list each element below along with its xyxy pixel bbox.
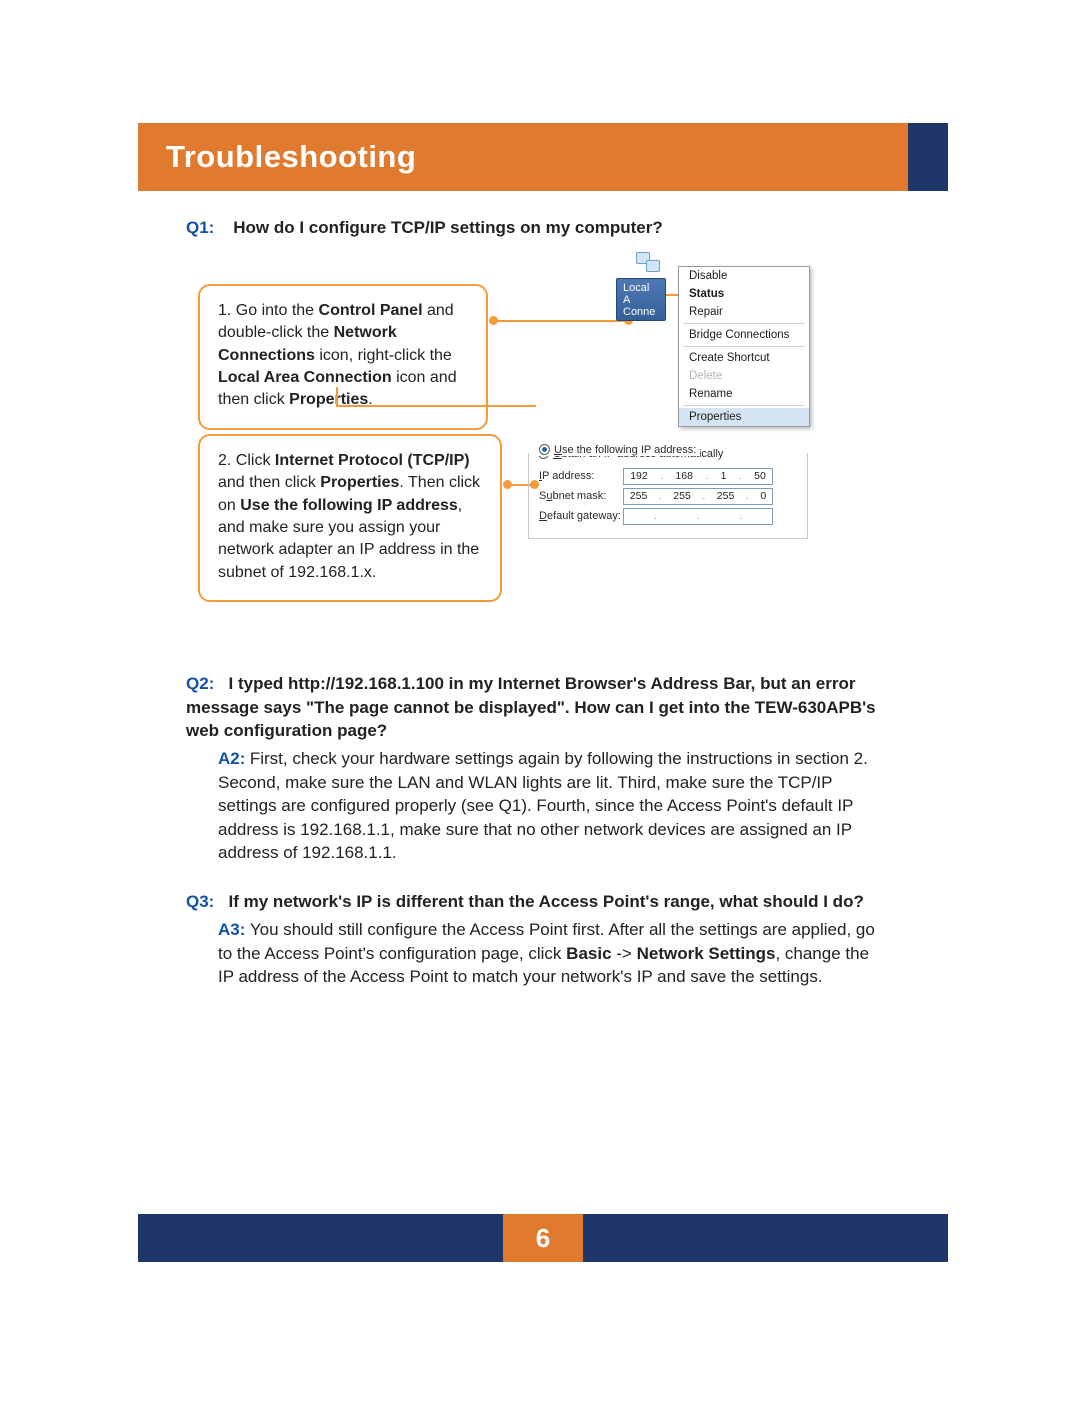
- connector-line-2: [664, 294, 678, 296]
- q1-label: Q1:: [186, 218, 214, 237]
- ip-address-row: IP address: 192.168.1.50: [539, 468, 797, 485]
- ip-static-group: Use the following IP address: IP address…: [528, 453, 808, 539]
- ip-settings-panel: Obtain an IP address automatically Use t…: [528, 446, 808, 539]
- banner-accent: [902, 123, 948, 191]
- banner: Troubleshooting: [138, 123, 948, 191]
- step2-bold-usefollowing: Use the following IP address: [240, 497, 458, 514]
- step2-row: 2. Click Internet Protocol (TCP/IP) and …: [186, 434, 886, 634]
- footer-blue-right: [583, 1214, 948, 1262]
- step2-text-b: and then click: [218, 474, 320, 491]
- step1-text-a: 1. Go into the: [218, 302, 319, 319]
- connector-v: [336, 387, 338, 405]
- ctx-item-bridge[interactable]: Bridge Connections: [679, 326, 809, 344]
- a3-label: A3:: [218, 920, 245, 939]
- ip-address-input[interactable]: 192.168.1.50: [623, 468, 773, 485]
- network-connection-label: Local A Conne: [616, 278, 666, 321]
- ctx-item-rename[interactable]: Rename: [679, 385, 809, 403]
- banner-title: Troubleshooting: [166, 139, 416, 175]
- connector-line: [496, 320, 626, 322]
- a3-bold-basic: Basic: [566, 944, 611, 963]
- footer-blue-left: [138, 1214, 503, 1262]
- a3: A3: You should still configure the Acces…: [218, 918, 886, 988]
- q2-text: I typed http://192.168.1.100 in my Inter…: [186, 674, 876, 741]
- q3: Q3: If my network's IP is different than…: [186, 890, 886, 914]
- ctx-item-delete: Delete: [679, 367, 809, 385]
- network-connection-icon: [636, 252, 662, 274]
- ip-use-label: Use the following IP address:: [554, 444, 696, 456]
- q2: Q2: I typed http://192.168.1.100 in my I…: [186, 672, 886, 743]
- step1-box: 1. Go into the Control Panel and double-…: [198, 284, 488, 430]
- q3-text: If my network's IP is different than the…: [229, 892, 864, 911]
- q3-label: Q3:: [186, 892, 214, 911]
- ip-address-label: IP address:: [539, 470, 623, 482]
- ctx-item-status[interactable]: Status: [679, 285, 809, 303]
- gateway-input[interactable]: ...: [623, 508, 773, 525]
- subnet-input[interactable]: 255.255.255.0: [623, 488, 773, 505]
- q3-block: Q3: If my network's IP is different than…: [186, 890, 886, 988]
- ip-radio-use[interactable]: Use the following IP address:: [535, 444, 700, 456]
- step2-text-a: 2. Click: [218, 452, 275, 469]
- subnet-row: Subnet mask: 255.255.255.0: [539, 488, 797, 505]
- step2-box: 2. Click Internet Protocol (TCP/IP) and …: [198, 434, 502, 602]
- ctx-item-repair[interactable]: Repair: [679, 303, 809, 321]
- a3-bold-network-settings: Network Settings: [637, 944, 776, 963]
- ctx-item-disable[interactable]: Disable: [679, 267, 809, 285]
- content: Q1: How do I configure TCP/IP settings o…: [186, 216, 886, 989]
- step1-row: 1. Go into the Control Panel and double-…: [186, 264, 886, 414]
- gateway-label: Default gateway:: [539, 510, 623, 522]
- page: Troubleshooting Q1: How do I configure T…: [0, 0, 1080, 1412]
- page-number: 6: [503, 1214, 583, 1262]
- radio-icon-checked: [539, 444, 550, 455]
- subnet-label: Subnet mask:: [539, 490, 623, 502]
- step2-bold-properties: Properties: [320, 474, 399, 491]
- step1-bold-lac: Local Area Connection: [218, 369, 392, 386]
- banner-main: Troubleshooting: [138, 123, 908, 191]
- step1-text-c: icon, right-click the: [315, 347, 452, 364]
- nc-label-line2: Conne: [623, 306, 655, 318]
- ctx-sep-2: [683, 346, 805, 347]
- q1-text: How do I configure TCP/IP settings on my…: [233, 218, 662, 237]
- footer: 6: [138, 1214, 948, 1262]
- a2-label: A2:: [218, 749, 245, 768]
- q2-label: Q2:: [186, 674, 214, 693]
- a3-text: You should still configure the Access Po…: [218, 920, 875, 986]
- ctx-sep-3: [683, 405, 805, 406]
- ctx-sep-1: [683, 323, 805, 324]
- ctx-item-properties[interactable]: Properties: [679, 408, 809, 426]
- nc-label-line1: Local A: [623, 282, 649, 306]
- q2-block: Q2: I typed http://192.168.1.100 in my I…: [186, 672, 886, 865]
- ctx-item-shortcut[interactable]: Create Shortcut: [679, 349, 809, 367]
- step1-bold-control-panel: Control Panel: [319, 302, 423, 319]
- a2: A2: First, check your hardware settings …: [218, 747, 886, 864]
- a3-mid: ->: [612, 944, 637, 963]
- a2-text: First, check your hardware settings agai…: [218, 749, 868, 862]
- context-menu: Disable Status Repair Bridge Connections…: [678, 266, 810, 427]
- network-connection-area: Local A Conne Disable Status Repair Brid…: [616, 252, 666, 321]
- q1: Q1: How do I configure TCP/IP settings o…: [186, 216, 886, 240]
- connector-h: [336, 405, 536, 407]
- gateway-row: Default gateway: ...: [539, 508, 797, 525]
- step2-bold-tcpip: Internet Protocol (TCP/IP): [275, 452, 470, 469]
